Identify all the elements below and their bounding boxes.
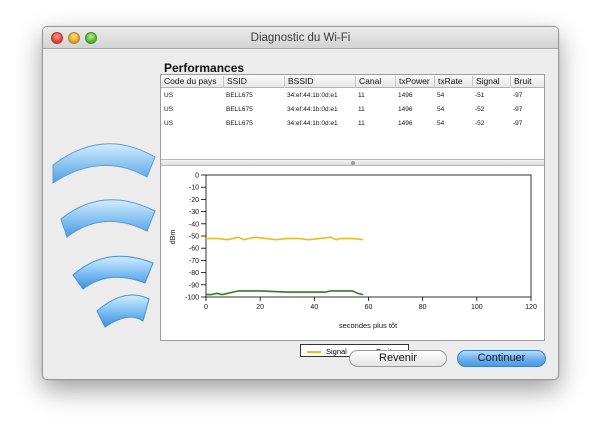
y-tick-label: -90 xyxy=(189,282,199,289)
title-bar[interactable]: Diagnostic du Wi-Fi xyxy=(43,27,558,49)
cell-country: US xyxy=(164,92,174,99)
cell-signal: -51 xyxy=(475,92,485,99)
section-title: Performances xyxy=(164,61,245,75)
x-tick-label: 0 xyxy=(204,304,208,311)
cell-noise: -97 xyxy=(513,120,523,127)
cell-noise: -97 xyxy=(513,92,523,99)
cell-ssid: BELL675 xyxy=(226,106,253,113)
column-header-txrate[interactable]: txRate xyxy=(434,76,472,88)
x-axis-label: secondes plus tôt xyxy=(339,321,398,330)
performance-panel: Code du pays SSID BSSID Canal txPower tx… xyxy=(160,74,545,357)
column-header-ssid[interactable]: SSID xyxy=(223,76,284,88)
cell-txpower: 1496 xyxy=(398,92,413,99)
y-axis-label: dBm xyxy=(170,230,177,245)
x-tick-label: 100 xyxy=(471,304,483,311)
x-tick-label: 40 xyxy=(310,304,318,311)
column-header-country[interactable]: Code du pays xyxy=(161,76,223,88)
legend-signal-swatch xyxy=(307,351,321,353)
cell-channel: 11 xyxy=(358,106,365,113)
cell-ssid: BELL675 xyxy=(226,92,253,99)
table-row[interactable]: US BELL675 34:ef:44:1b:0d:e1 11 1496 54 … xyxy=(161,103,544,117)
column-header-channel[interactable]: Canal xyxy=(355,76,395,88)
cell-txpower: 1496 xyxy=(398,120,413,127)
cell-txrate: 54 xyxy=(437,120,445,127)
cell-signal: -52 xyxy=(475,106,485,113)
y-tick-label: 0 xyxy=(195,173,199,180)
y-tick-label: -30 xyxy=(189,209,199,216)
cell-country: US xyxy=(164,106,174,113)
cell-txrate: 54 xyxy=(437,106,445,113)
x-tick-label: 20 xyxy=(256,304,264,311)
cell-bssid: 34:ef:44:1b:0d:e1 xyxy=(287,106,338,113)
back-button[interactable]: Revenir xyxy=(349,350,447,367)
y-tick-label: -20 xyxy=(189,197,199,204)
cell-channel: 11 xyxy=(358,92,365,99)
performance-chart: 0 -10 -20 -30 -40 -50 -60 -70 -80 -90 -100 0 20 40 60… xyxy=(170,173,537,331)
column-header-txpower[interactable]: txPower xyxy=(395,76,434,88)
cell-country: US xyxy=(164,120,174,127)
y-tick-label: -50 xyxy=(189,234,199,241)
x-tick-label: 120 xyxy=(525,304,537,311)
window-title: Diagnostic du Wi-Fi xyxy=(250,32,351,44)
cell-ssid: BELL675 xyxy=(226,120,253,127)
continue-button[interactable]: Continuer xyxy=(457,350,546,367)
table-header: Code du pays SSID BSSID Canal txPower tx… xyxy=(161,75,544,88)
y-tick-label: -10 xyxy=(189,185,199,192)
cell-txpower: 1496 xyxy=(398,106,413,113)
cell-bssid: 34:ef:44:1b:0d:e1 xyxy=(287,92,338,99)
column-header-signal[interactable]: Signal xyxy=(472,76,510,88)
y-tick-label: -80 xyxy=(189,270,199,277)
x-tick-label: 60 xyxy=(365,304,373,311)
table-row[interactable]: US BELL675 34:ef:44:1b:0d:e1 11 1496 54 … xyxy=(161,117,544,131)
wifi-icon xyxy=(52,143,156,328)
plot-area xyxy=(205,174,532,298)
wifi-diagnostics-window: Diagnostic du Wi-Fi Performances Code du… xyxy=(42,26,559,380)
cell-noise: -97 xyxy=(513,106,523,113)
y-tick-label: -70 xyxy=(189,258,199,265)
column-header-noise[interactable]: Bruit xyxy=(510,76,546,88)
column-header-bssid[interactable]: BSSID xyxy=(284,76,355,88)
cell-txrate: 54 xyxy=(437,92,445,99)
cell-bssid: 34:ef:44:1b:0d:e1 xyxy=(287,120,338,127)
legend-signal-label: Signal xyxy=(326,347,347,356)
cell-signal: -52 xyxy=(475,120,485,127)
y-tick-label: -100 xyxy=(185,295,199,302)
splitter-grip-icon[interactable] xyxy=(351,161,355,165)
y-tick-label: -60 xyxy=(189,246,199,253)
x-tick-label: 80 xyxy=(419,304,427,311)
table-row[interactable]: US BELL675 34:ef:44:1b:0d:e1 11 1496 54 … xyxy=(161,89,544,103)
pane-splitter[interactable] xyxy=(161,159,544,166)
cell-channel: 11 xyxy=(358,120,365,127)
y-tick-label: -40 xyxy=(189,221,199,228)
